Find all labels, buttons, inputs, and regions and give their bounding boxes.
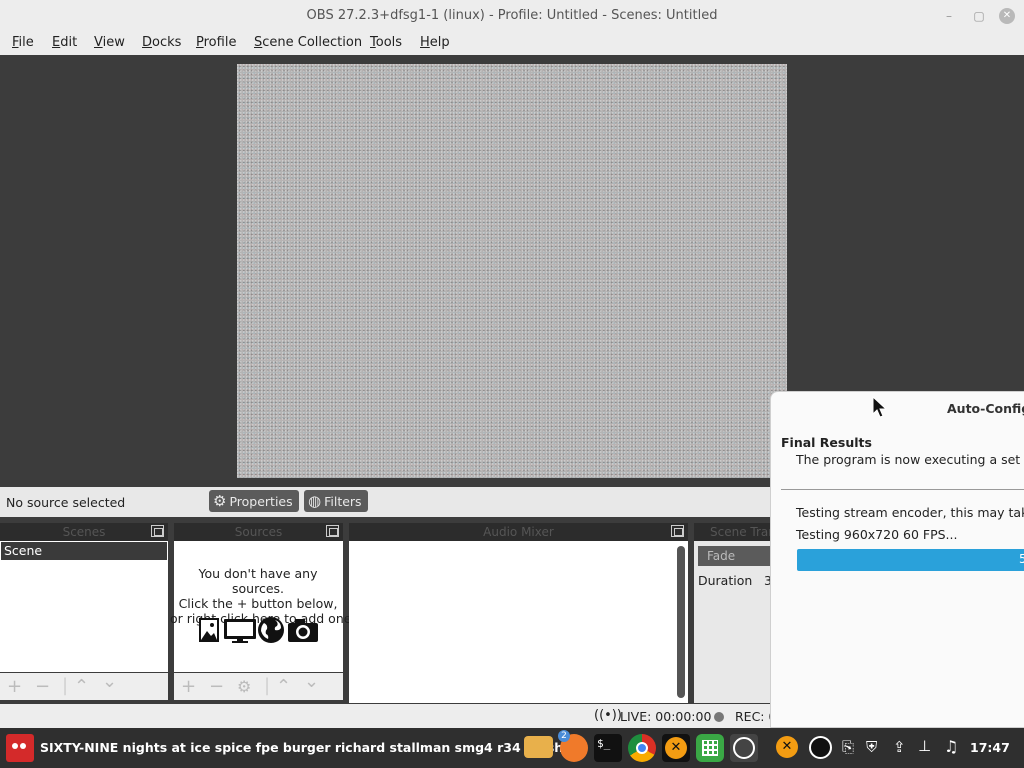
firefox-icon[interactable]: 2	[558, 730, 588, 762]
undock-icon[interactable]	[671, 525, 684, 537]
move-scene-up-button[interactable]: ⌃	[74, 676, 89, 697]
window-title: OBS 27.2.3+dfsg1-1 (linux) - Profile: Un…	[306, 8, 718, 23]
active-window-title[interactable]: SIXTY-NINE nights at ice spice fpe burge…	[40, 740, 563, 755]
dialog-intro: The program is now executing a set of te…	[796, 452, 1024, 467]
menu-help[interactable]: Help	[420, 35, 450, 50]
obs-icon[interactable]	[730, 734, 758, 762]
testing-status: Testing stream encoder, this may take a …	[796, 505, 1024, 520]
progress-text: 5	[1019, 552, 1024, 566]
no-source-label: No source selected	[6, 495, 126, 510]
source-type-icons	[199, 617, 318, 643]
auto-config-dialog: Auto-Configuration Wizard Final Results …	[770, 391, 1024, 728]
scenes-dock-title: Scenes	[0, 523, 168, 541]
undock-icon[interactable]	[151, 525, 164, 537]
dialog-title: Auto-Configuration Wizard	[947, 401, 1024, 416]
x-app-icon[interactable]: ✕	[662, 734, 690, 762]
divider: |	[62, 675, 69, 696]
chrome-icon[interactable]	[628, 734, 656, 762]
audio-title-text: Audio Mixer	[483, 525, 554, 539]
scenes-toolbar: + − | ⌃ ⌄	[0, 671, 168, 700]
empty-line-2: Click the + button below,	[178, 596, 338, 611]
scenes-list[interactable]	[0, 541, 168, 672]
menu-tools[interactable]: Tools	[370, 35, 402, 50]
notification-badge: 2	[558, 730, 570, 742]
mouse-cursor-icon	[872, 396, 888, 418]
folder-icon[interactable]	[524, 736, 553, 758]
preview-canvas[interactable]	[237, 64, 787, 478]
dialog-heading: Final Results	[781, 435, 872, 450]
filter-icon: ◍	[308, 492, 322, 510]
menu-edit[interactable]: Edit	[52, 35, 77, 50]
undock-icon[interactable]	[326, 525, 339, 537]
clipboard-icon[interactable]: ⎘	[842, 738, 854, 756]
move-source-down-button[interactable]: ⌄	[304, 671, 319, 692]
terminal-icon[interactable]: $_	[594, 734, 622, 762]
spreadsheet-icon[interactable]	[696, 734, 724, 762]
add-source-button[interactable]: +	[181, 676, 196, 697]
music-icon[interactable]: ♫	[944, 737, 958, 756]
x-tray-icon[interactable]: ✕	[776, 736, 798, 758]
scene-list-item[interactable]: Scene	[1, 542, 167, 560]
sources-toolbar: + − ⚙ | ⌃ ⌄	[174, 671, 343, 700]
monitor-icon	[224, 619, 256, 643]
menu-docks[interactable]: Docks	[142, 35, 181, 50]
taskbar: SIXTY-NINE nights at ice spice fpe burge…	[0, 728, 1024, 768]
transitions-title-text: Scene Transitions	[710, 525, 774, 539]
audio-mixer-dock-title: Audio Mixer	[349, 523, 688, 541]
record-indicator-icon	[714, 712, 724, 722]
transitions-dock-title: Scene Transitions	[694, 523, 774, 541]
maximize-button[interactable]: ▢	[971, 8, 987, 24]
properties-button[interactable]: ⚙ Properties	[209, 490, 299, 512]
clock[interactable]: 17:47	[970, 740, 1010, 755]
filters-label: Filters	[324, 494, 362, 509]
angry-bird-icon[interactable]	[6, 734, 34, 762]
live-timer: LIVE: 00:00:00	[620, 709, 712, 724]
scenes-title-text: Scenes	[62, 525, 106, 539]
audio-scrollbar[interactable]	[677, 546, 685, 698]
network-icon[interactable]: ⊥	[918, 737, 931, 755]
close-button[interactable]: ✕	[999, 8, 1015, 24]
image-icon	[199, 618, 219, 642]
menu-profile[interactable]: Profile	[196, 35, 236, 50]
gear-icon: ⚙	[213, 492, 227, 510]
source-properties-gear-icon[interactable]: ⚙	[237, 677, 251, 696]
menu-scene-collection[interactable]: Scene Collection	[254, 35, 362, 50]
audio-mixer-panel	[349, 541, 688, 703]
sources-title-text: Sources	[234, 525, 283, 539]
divider: |	[264, 675, 271, 696]
menu-file[interactable]: File	[12, 35, 34, 50]
dialog-separator	[781, 489, 1024, 490]
properties-label: Properties	[229, 494, 293, 509]
move-scene-down-button[interactable]: ⌄	[102, 671, 117, 692]
remove-source-button[interactable]: −	[209, 676, 224, 697]
filters-button[interactable]: ◍ Filters	[304, 490, 368, 512]
menu-bar: File Edit View Docks Profile Scene Colle…	[0, 32, 1024, 55]
broadcast-icon: ((•))	[594, 708, 622, 723]
camera-icon	[288, 619, 318, 642]
test-progress-bar: 5	[797, 549, 1024, 571]
testing-resolution: Testing 960x720 60 FPS...	[796, 527, 958, 542]
empty-line-1: You don't have any sources.	[198, 566, 318, 596]
shield-icon[interactable]: ⛨	[866, 738, 877, 756]
duration-label: Duration	[698, 573, 753, 588]
add-scene-button[interactable]: +	[7, 676, 22, 697]
title-bar: OBS 27.2.3+dfsg1-1 (linux) - Profile: Un…	[0, 0, 1024, 32]
transition-select[interactable]: Fade	[698, 546, 770, 566]
move-source-up-button[interactable]: ⌃	[276, 676, 291, 697]
obs-tray-icon[interactable]	[809, 736, 832, 759]
remove-scene-button[interactable]: −	[35, 676, 50, 697]
minimize-button[interactable]: –	[941, 8, 957, 24]
update-icon[interactable]: ⇪	[893, 738, 906, 756]
sources-dock-title: Sources	[174, 523, 343, 541]
globe-icon	[258, 617, 284, 643]
menu-view[interactable]: View	[94, 35, 125, 50]
